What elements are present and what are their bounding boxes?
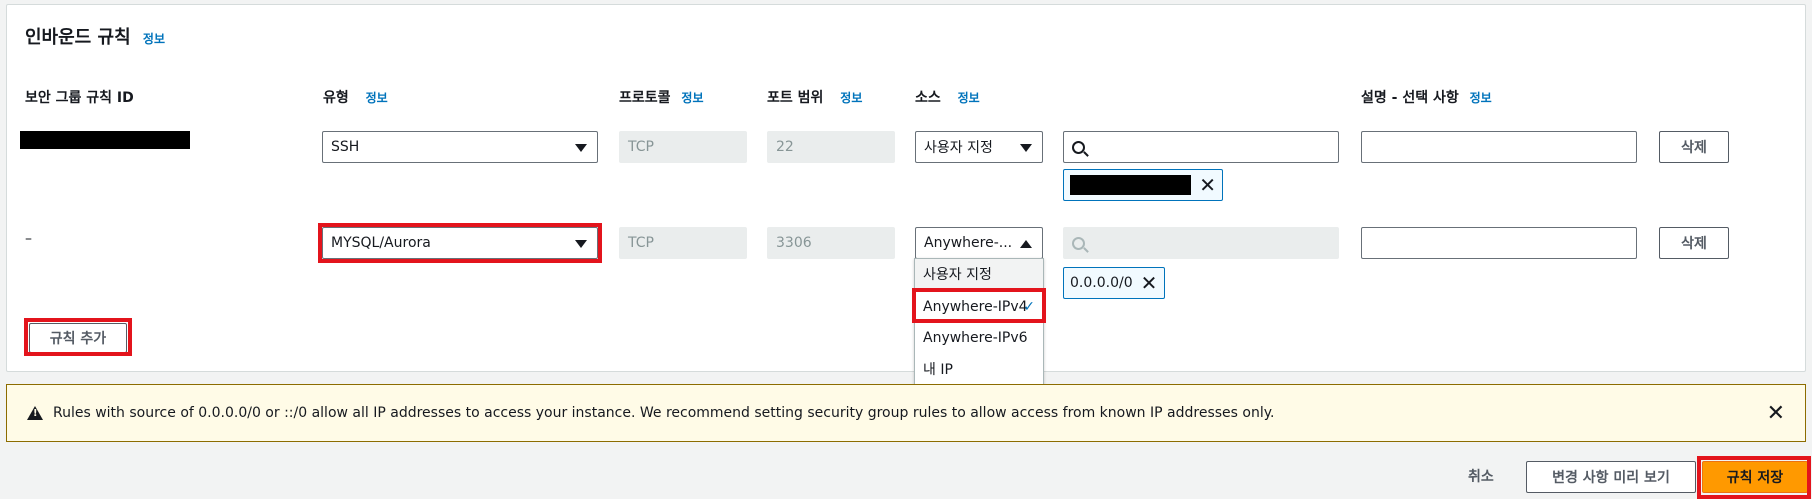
col-port: 포트 범위 정보 — [767, 87, 862, 107]
source-select-1[interactable]: 사용자 지정 — [915, 131, 1043, 163]
source-option-custom[interactable]: 사용자 지정 — [915, 259, 1043, 290]
source-search-2 — [1063, 227, 1339, 259]
type-select-1[interactable]: SSH — [322, 131, 598, 163]
col-rule-id: 보안 그룹 규칙 ID — [25, 90, 134, 106]
highlight-save-rules — [1697, 456, 1811, 499]
rule-id-redacted — [20, 131, 190, 149]
highlight-add-rule — [24, 318, 132, 356]
col-description: 설명 - 선택 사항 정보 — [1361, 87, 1492, 107]
col-source: 소스 정보 — [915, 87, 980, 107]
source-token-2: 0.0.0.0/0 ✕ — [1063, 267, 1165, 299]
search-icon — [1072, 236, 1085, 250]
security-warning-alert: Rules with source of 0.0.0.0/0 or ::/0 a… — [6, 384, 1806, 442]
preview-changes-button[interactable]: 변경 사항 미리 보기 — [1526, 461, 1696, 493]
caret-up-icon — [1020, 240, 1032, 248]
description-input-1[interactable] — [1361, 131, 1637, 163]
source-search-1[interactable] — [1063, 131, 1339, 163]
col-type-label: 유형 — [323, 90, 349, 106]
col-protocol-info-link[interactable]: 정보 — [681, 91, 703, 105]
col-source-info-link[interactable]: 정보 — [958, 91, 980, 105]
section-info-link[interactable]: 정보 — [143, 32, 165, 46]
source-select-2[interactable]: Anywhere-... — [915, 227, 1043, 259]
col-port-label: 포트 범위 — [767, 90, 824, 106]
warning-icon — [27, 406, 43, 420]
source-token-2-value: 0.0.0.0/0 — [1070, 275, 1133, 291]
cancel-button[interactable]: 취소 — [1468, 466, 1494, 486]
col-port-info-link[interactable]: 정보 — [840, 91, 862, 105]
caret-down-icon — [575, 144, 587, 152]
port-field-2: 3306 — [767, 227, 895, 259]
col-protocol: 프로토콜 정보 — [619, 87, 704, 107]
source-select-1-value: 사용자 지정 — [924, 140, 993, 156]
highlight-anywhere-ipv4 — [912, 288, 1046, 323]
remove-token-icon[interactable]: ✕ — [1141, 273, 1158, 293]
protocol-field-2: TCP — [619, 227, 747, 259]
rule-id-2: – — [25, 231, 32, 247]
col-source-label: 소스 — [915, 90, 941, 106]
col-description-info-link[interactable]: 정보 — [1470, 91, 1492, 105]
delete-button-1[interactable]: 삭제 — [1659, 131, 1729, 163]
alert-message: Rules with source of 0.0.0.0/0 or ::/0 a… — [53, 405, 1275, 421]
col-protocol-label: 프로토콜 — [619, 90, 671, 106]
token-redacted — [1070, 175, 1192, 195]
source-option-anywhere-ipv6[interactable]: Anywhere-IPv6 — [915, 322, 1043, 353]
section-title-text: 인바운드 규칙 — [25, 27, 131, 48]
port-field-1: 22 — [767, 131, 895, 163]
source-token-1: ✕ — [1063, 169, 1223, 201]
description-input-2[interactable] — [1361, 227, 1637, 259]
caret-down-icon — [1020, 144, 1032, 152]
col-type-info-link[interactable]: 정보 — [366, 91, 388, 105]
search-icon — [1072, 140, 1085, 154]
highlight-type-2 — [318, 223, 602, 263]
col-description-label: 설명 - 선택 사항 — [1361, 90, 1459, 106]
section-title: 인바운드 규칙 정보 — [25, 23, 165, 49]
inbound-rules-panel: 인바운드 규칙 정보 보안 그룹 규칙 ID 유형 정보 프로토콜 정보 포트 … — [6, 4, 1806, 372]
source-option-my-ip[interactable]: 내 IP — [915, 353, 1043, 384]
close-icon[interactable]: ✕ — [1767, 401, 1785, 426]
source-select-2-value: Anywhere-... — [924, 235, 1013, 251]
col-type: 유형 정보 — [323, 87, 388, 107]
type-select-1-value: SSH — [331, 139, 360, 155]
remove-token-icon[interactable]: ✕ — [1199, 175, 1216, 195]
delete-button-2[interactable]: 삭제 — [1659, 227, 1729, 259]
protocol-field-1: TCP — [619, 131, 747, 163]
